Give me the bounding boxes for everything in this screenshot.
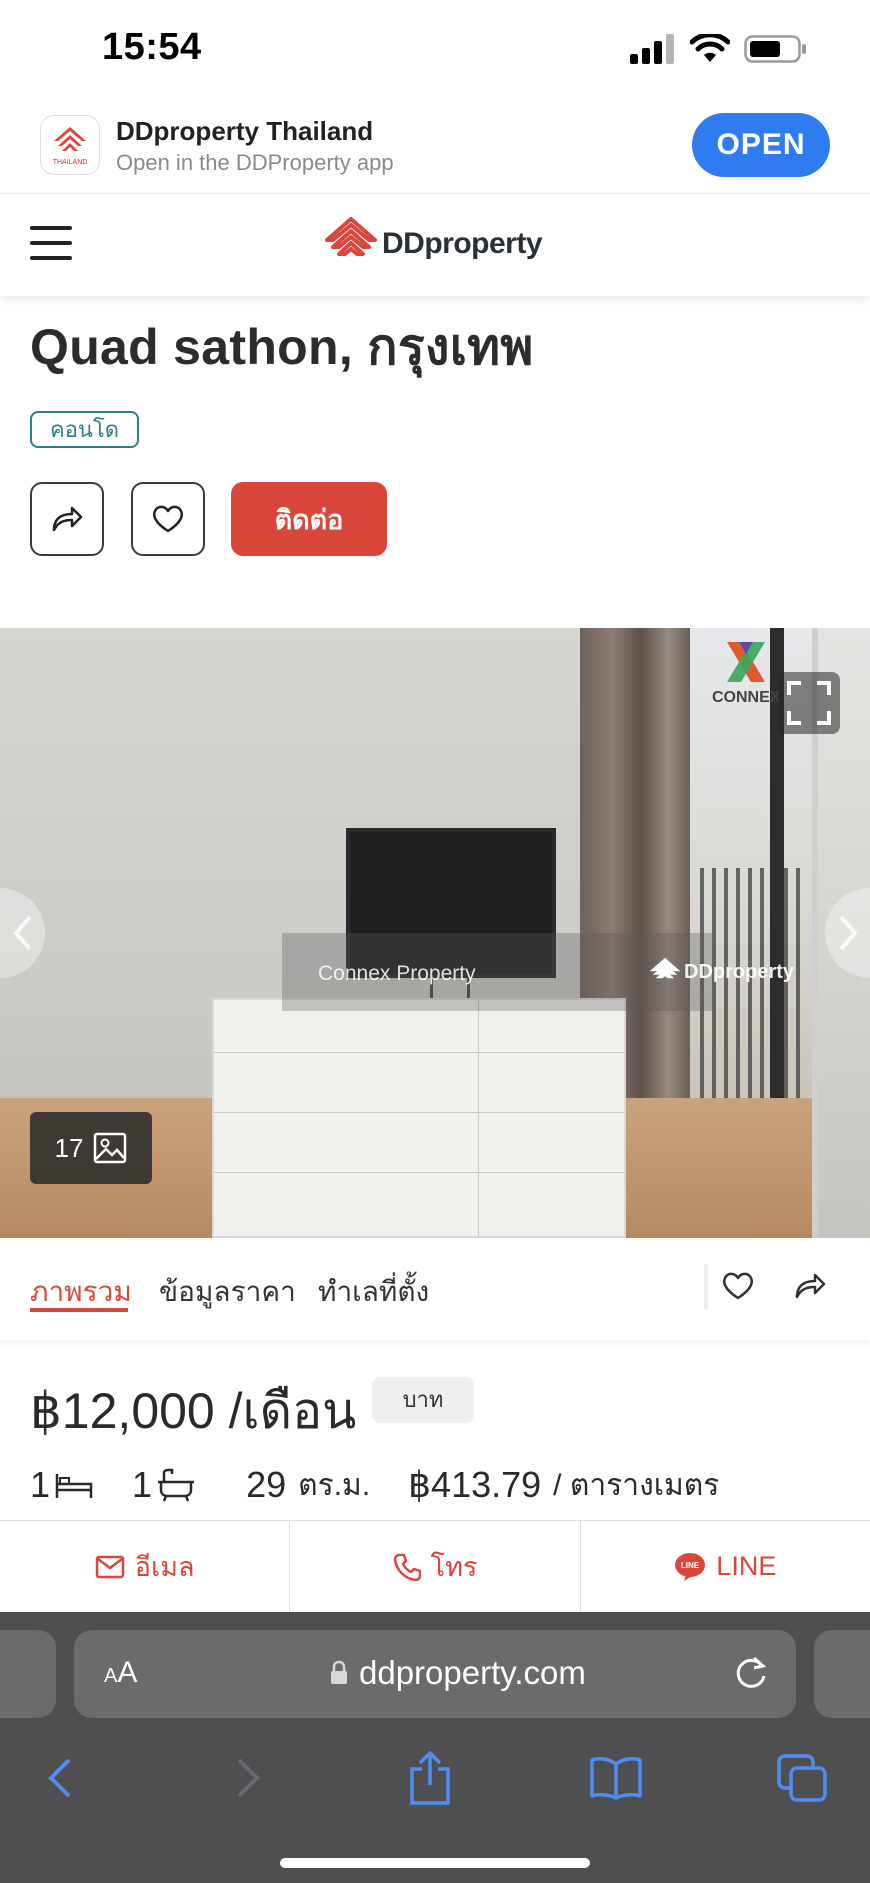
- favorite-button[interactable]: [131, 482, 205, 556]
- app-icon-caption: THAILAND: [52, 159, 88, 166]
- app-icon: THAILAND: [40, 115, 100, 175]
- property-features: 1 1 29 ตร.ม. ฿413.79 / ตารางเมตร: [30, 1462, 719, 1508]
- property-type-badge: คอนโด: [30, 411, 140, 448]
- ddproperty-logo-icon: [54, 127, 86, 151]
- connex-x-icon: [727, 642, 766, 682]
- bookmarks-button[interactable]: [586, 1748, 646, 1808]
- chevron-left-icon: [12, 915, 32, 951]
- tab-location[interactable]: ทำเลที่ตั้ง: [318, 1270, 429, 1314]
- status-bar: 15:54: [0, 0, 870, 100]
- svg-text:LINE: LINE: [681, 1561, 700, 1570]
- url-display[interactable]: ddproperty.com: [329, 1654, 586, 1692]
- app-banner-subtitle: Open in the DDProperty app: [116, 150, 394, 175]
- wifi-icon: [690, 34, 730, 62]
- status-time: 15:54: [102, 26, 202, 68]
- forward-button[interactable]: [218, 1748, 278, 1808]
- bookmarks-icon: [590, 1757, 642, 1800]
- watermark-agency: Connex Property: [318, 962, 476, 985]
- bedrooms: 1: [30, 1464, 94, 1506]
- status-icons: [630, 34, 808, 64]
- image-icon: [94, 1132, 127, 1164]
- previous-tab-stub[interactable]: [0, 1630, 56, 1718]
- site-header: DDproperty: [0, 194, 870, 296]
- photo-count-button[interactable]: 17: [30, 1112, 152, 1184]
- share-sheet-button[interactable]: [400, 1748, 460, 1808]
- menu-icon[interactable]: [30, 226, 72, 260]
- ddproperty-logo-icon: [325, 217, 377, 256]
- price-per-sqm: ฿413.79 / ตารางเมตร: [408, 1464, 720, 1505]
- ddproperty-logo-icon: [650, 958, 680, 979]
- address-bar[interactable]: AA ddproperty.com: [74, 1630, 796, 1718]
- lock-icon: [331, 1660, 347, 1684]
- listing-title: Quad sathon, กรุงเทพ: [30, 319, 534, 375]
- back-button[interactable]: [30, 1748, 90, 1808]
- bathrooms: 1: [132, 1464, 196, 1506]
- reload-icon[interactable]: [732, 1654, 770, 1692]
- contact-button[interactable]: ติดต่อ: [231, 482, 387, 556]
- forward-icon: [237, 1758, 260, 1798]
- mail-icon: [95, 1555, 125, 1578]
- smart-app-banner: THAILAND DDproperty Thailand Open in the…: [0, 100, 870, 194]
- phone-icon: [393, 1553, 421, 1581]
- share-button[interactable]: [30, 482, 104, 556]
- share-sheet-icon: [410, 1751, 450, 1805]
- tabs-icon: [777, 1754, 827, 1802]
- bath-icon: [158, 1468, 195, 1502]
- chevron-right-icon: [838, 915, 858, 951]
- app-banner-title: DDproperty Thailand: [116, 116, 374, 146]
- tab-price-info[interactable]: ข้อมูลราคา: [159, 1270, 296, 1314]
- photo-gallery[interactable]: Connex Property DDproperty CONNEX 17: [0, 628, 870, 1238]
- currency-selector[interactable]: บาท: [372, 1377, 474, 1423]
- logo-text: DDproperty: [382, 227, 543, 260]
- browser-toolbar: AA ddproperty.com: [0, 1612, 870, 1883]
- share-icon: [52, 506, 83, 532]
- tabs-share-button[interactable]: [790, 1266, 830, 1306]
- site-logo[interactable]: DDproperty: [324, 216, 543, 272]
- bed-icon: [55, 1474, 93, 1498]
- heart-icon: [722, 1272, 754, 1300]
- email-button[interactable]: อีเมล: [0, 1521, 291, 1612]
- tabs-favorite-button[interactable]: [718, 1266, 758, 1306]
- active-tab-indicator: [30, 1308, 128, 1312]
- fullscreen-icon: [787, 681, 831, 725]
- signal-icon: [630, 34, 674, 64]
- open-app-button[interactable]: OPEN: [692, 113, 830, 177]
- back-icon: [48, 1758, 71, 1798]
- floor-area: 29 ตร.ม.: [246, 1464, 371, 1505]
- home-indicator: [280, 1858, 590, 1868]
- photo-count: 17: [54, 1132, 84, 1163]
- heart-icon: [152, 505, 184, 533]
- battery-icon: [744, 35, 806, 63]
- reader-options-button[interactable]: AA: [104, 1656, 137, 1690]
- watermark-ddproperty: DDproperty: [650, 958, 794, 986]
- line-button[interactable]: LINE LINE: [581, 1521, 870, 1612]
- share-icon: [795, 1273, 826, 1299]
- contact-bar: อีเมล โทร LINE LINE: [0, 1520, 870, 1612]
- next-tab-stub[interactable]: [814, 1630, 870, 1718]
- agency-logo: CONNEX: [712, 640, 780, 707]
- price: ฿12,000 /เดือน: [30, 1383, 357, 1439]
- fullscreen-button[interactable]: [778, 672, 840, 734]
- call-button[interactable]: โทร: [290, 1521, 581, 1612]
- tabs-overview-button[interactable]: [772, 1748, 832, 1808]
- line-icon: LINE: [675, 1552, 706, 1581]
